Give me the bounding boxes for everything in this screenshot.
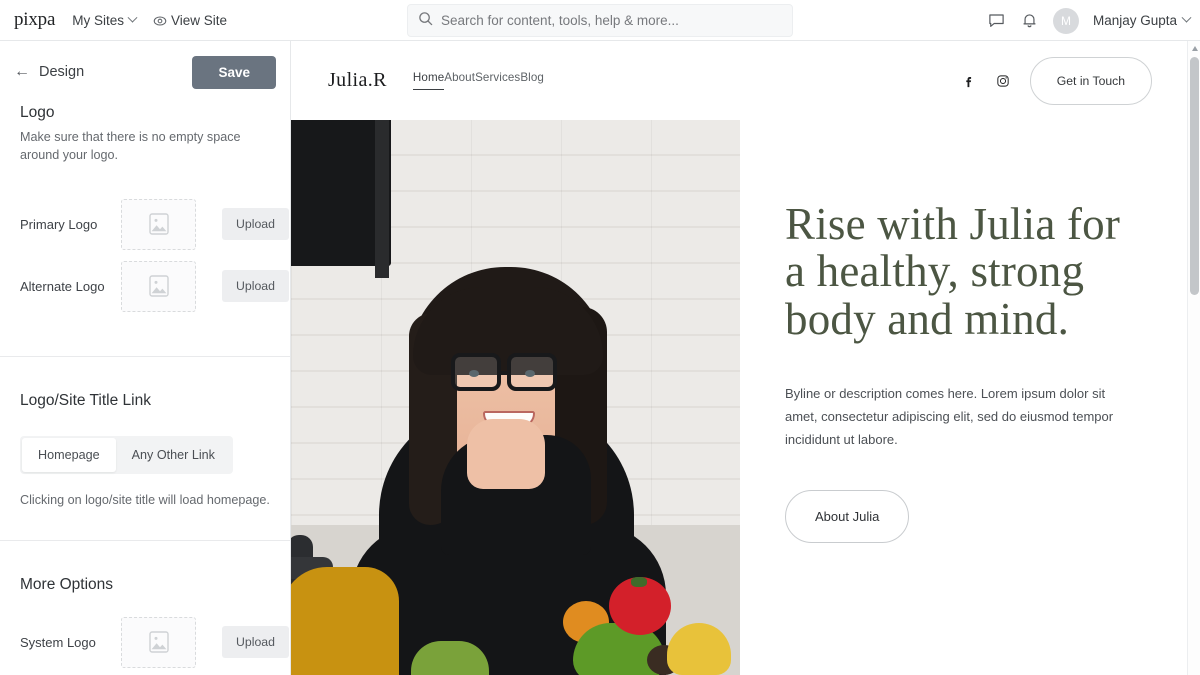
nav-link-blog[interactable]: Blog xyxy=(520,71,544,90)
system-logo-label: System Logo xyxy=(20,634,96,650)
get-in-touch-button[interactable]: Get in Touch xyxy=(1029,56,1152,105)
arrow-left-icon: ← xyxy=(14,63,30,80)
section-divider xyxy=(0,539,290,541)
search-input[interactable] xyxy=(441,13,782,28)
logo-link-section-title: Logo/Site Title Link xyxy=(20,391,151,409)
top-bar-actions: M Manjay Gupta xyxy=(987,0,1192,41)
image-placeholder-icon xyxy=(148,213,169,235)
panel-title: Design xyxy=(39,64,85,80)
hero-copy: Rise with Julia for a healthy, strong bo… xyxy=(740,120,1188,675)
logo-link-option-homepage[interactable]: Homepage xyxy=(22,437,116,472)
my-sites-menu[interactable]: My Sites xyxy=(72,12,138,28)
messages-icon[interactable] xyxy=(987,11,1006,30)
chevron-down-icon xyxy=(127,12,138,23)
logo-link-section: Logo/Site Title Link Homepage Any Other … xyxy=(0,392,290,507)
system-logo-upload-button[interactable]: Upload xyxy=(222,626,289,659)
scroll-up-arrow-icon[interactable] xyxy=(1188,41,1200,55)
facebook-icon[interactable] xyxy=(962,73,977,88)
nav-link-about[interactable]: About xyxy=(444,71,475,90)
logo-link-segmented-control: Homepage Any Other Link xyxy=(20,435,233,474)
section-divider xyxy=(0,355,290,357)
primary-logo-upload-button[interactable]: Upload xyxy=(222,208,289,241)
search-icon xyxy=(418,11,433,31)
site-preview: Julia.R Home About Services Blog Get in … xyxy=(291,41,1188,675)
my-sites-label: My Sites xyxy=(72,12,124,28)
user-name-label: Manjay Gupta xyxy=(1092,13,1177,28)
instagram-icon[interactable] xyxy=(996,73,1011,88)
logo-link-hint: Clicking on logo/site title will load ho… xyxy=(20,492,270,507)
preview-site-header: Julia.R Home About Services Blog Get in … xyxy=(291,41,1188,120)
logo-section-description: Make sure that there is no empty space a… xyxy=(20,130,241,162)
save-button[interactable]: Save xyxy=(192,55,276,89)
primary-logo-label: Primary Logo xyxy=(20,216,98,232)
user-menu[interactable]: Manjay Gupta xyxy=(1092,12,1192,28)
top-bar: pixpa My Sites View Site Search for cont… xyxy=(0,0,1200,41)
logo-section: Logo Make sure that there is no empty sp… xyxy=(0,104,290,165)
more-options-title: More Options xyxy=(20,575,114,593)
pixpa-logo[interactable]: pixpa xyxy=(14,9,55,31)
global-search[interactable] xyxy=(407,4,793,37)
hero-image xyxy=(291,120,740,675)
preview-site-logo[interactable]: Julia.R xyxy=(328,69,387,92)
view-site-link[interactable]: View Site xyxy=(153,13,227,28)
design-settings-panel: ← Design Save Logo Make sure that there … xyxy=(0,41,291,675)
primary-logo-row: Primary Logo Upload xyxy=(0,198,290,250)
panel-header: ← Design Save xyxy=(0,41,290,103)
alternate-logo-upload-button[interactable]: Upload xyxy=(222,270,289,303)
alternate-logo-dropzone[interactable] xyxy=(121,260,196,312)
scrollbar-thumb[interactable] xyxy=(1190,57,1199,295)
alternate-logo-row: Alternate Logo Upload xyxy=(0,260,290,312)
view-site-label: View Site xyxy=(170,12,228,28)
system-logo-row: System Logo Upload xyxy=(0,616,290,668)
hero-section: Rise with Julia for a healthy, strong bo… xyxy=(291,120,1188,675)
preview-header-actions: Get in Touch xyxy=(962,56,1152,105)
more-options-section: More Options xyxy=(0,576,290,594)
eye-icon xyxy=(153,14,167,27)
logo-section-title: Logo xyxy=(20,104,55,121)
about-julia-button[interactable]: About Julia xyxy=(785,490,910,544)
notifications-bell-icon[interactable] xyxy=(1020,11,1039,30)
hero-byline: Byline or description comes here. Lorem … xyxy=(785,385,1114,447)
nav-link-services[interactable]: Services xyxy=(475,71,520,90)
primary-logo-dropzone[interactable] xyxy=(121,198,196,250)
system-logo-dropzone[interactable] xyxy=(121,616,196,668)
nav-link-home[interactable]: Home xyxy=(412,71,445,90)
back-to-design-button[interactable]: ← Design xyxy=(14,63,85,81)
preview-nav: Home About Services Blog xyxy=(412,71,544,90)
image-placeholder-icon xyxy=(148,631,169,653)
chevron-down-icon xyxy=(1181,12,1192,23)
hero-heading: Rise with Julia for a healthy, strong bo… xyxy=(785,199,1121,344)
page-scrollbar[interactable] xyxy=(1187,41,1200,675)
alternate-logo-label: Alternate Logo xyxy=(20,278,105,294)
image-placeholder-icon xyxy=(148,275,169,297)
avatar[interactable]: M xyxy=(1052,7,1079,34)
logo-link-option-any-other-link[interactable]: Any Other Link xyxy=(116,438,231,472)
